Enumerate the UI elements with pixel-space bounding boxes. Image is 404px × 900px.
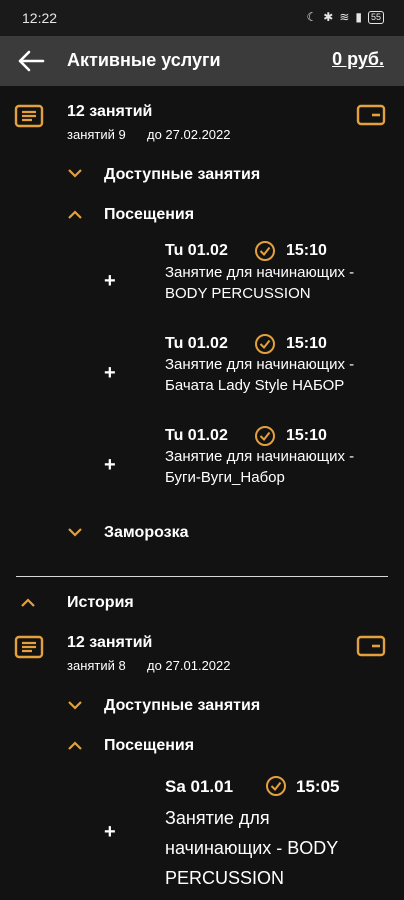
- wifi-icon: ≋: [339, 10, 350, 24]
- visit-time: 15:10: [286, 242, 327, 259]
- visit-time: 15:05: [296, 777, 340, 796]
- chevron-up-icon[interactable]: [67, 741, 83, 751]
- status-time: 12:22: [22, 10, 58, 26]
- visits-toggle[interactable]: Посещения: [104, 206, 194, 224]
- check-circle-icon: [255, 334, 275, 354]
- page-title: Активные услуги: [67, 50, 221, 70]
- visit-name: Занятие для начинающих - BODY PERCUSSION: [165, 264, 355, 302]
- status-bar: 12:22 ☾ ✱ ≋ ▮ 55: [0, 0, 404, 36]
- visit-date: Tu 01.02: [165, 242, 228, 259]
- visit-time: 15:10: [286, 427, 327, 444]
- chevron-down-icon[interactable]: [67, 168, 83, 178]
- visits-toggle[interactable]: Посещения: [104, 737, 194, 755]
- available-sessions-toggle[interactable]: Доступные занятия: [104, 697, 260, 715]
- card-remaining: занятий 8: [67, 658, 126, 673]
- signal-icon: ▮: [355, 10, 362, 24]
- available-sessions-toggle[interactable]: Доступные занятия: [104, 166, 260, 184]
- freeze-toggle[interactable]: Заморозка: [104, 524, 189, 542]
- history-toggle[interactable]: История: [67, 594, 134, 612]
- add-visit-button[interactable]: +: [104, 821, 116, 844]
- bluetooth-icon: ✱: [323, 10, 334, 24]
- card-title: 12 занятий: [67, 103, 153, 120]
- chevron-down-icon[interactable]: [67, 527, 83, 537]
- visit-name: Занятие для начинающих - Бачата Lady Sty…: [165, 356, 355, 394]
- visit-date: Sa 01.01: [165, 777, 234, 796]
- check-circle-icon: [255, 241, 275, 261]
- wallet-card-icon[interactable]: [356, 635, 386, 657]
- moon-icon: ☾: [306, 10, 318, 24]
- chevron-up-icon[interactable]: [67, 210, 83, 220]
- card-until: до 27.01.2022: [147, 658, 231, 673]
- chevron-down-icon[interactable]: [67, 700, 83, 710]
- check-circle-icon: [266, 776, 286, 796]
- visit-date: Tu 01.02: [165, 427, 228, 444]
- document-icon: [14, 104, 44, 128]
- visit-time: 15:10: [286, 335, 327, 352]
- app-bar: Активные услуги 0 руб.: [0, 36, 404, 86]
- card-until: до 27.02.2022: [147, 127, 231, 142]
- check-circle-icon: [255, 426, 275, 446]
- add-visit-button[interactable]: +: [104, 362, 116, 385]
- card-remaining: занятий 9: [67, 127, 126, 142]
- card-title: 12 занятий: [67, 634, 153, 651]
- chevron-up-icon[interactable]: [20, 598, 36, 608]
- add-visit-button[interactable]: +: [104, 270, 116, 293]
- add-visit-button[interactable]: +: [104, 454, 116, 477]
- wallet-card-icon[interactable]: [356, 104, 386, 126]
- visit-date: Tu 01.02: [165, 335, 228, 352]
- balance-link[interactable]: 0 руб.: [332, 49, 384, 70]
- back-arrow-icon[interactable]: [16, 48, 46, 74]
- document-icon: [14, 635, 44, 659]
- battery-icon: 55: [367, 10, 384, 24]
- status-icons: ☾ ✱ ≋ ▮ 55: [306, 10, 384, 24]
- divider: [16, 576, 388, 577]
- visit-name: Занятие для начинающих - BODY PERCUSSION: [165, 808, 338, 888]
- visit-name: Занятие для начинающих - Буги-Вуги_Набор: [165, 448, 355, 486]
